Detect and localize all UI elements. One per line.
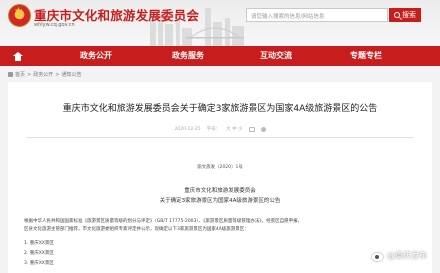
printer-icon[interactable]: [248, 126, 255, 132]
weibo-watermark: @重庆发布: [372, 250, 427, 261]
share-icon[interactable]: [260, 126, 266, 132]
nav-item-topics[interactable]: 专题专栏: [350, 46, 382, 66]
location-icon: [8, 72, 13, 77]
search-button[interactable]: 搜索: [389, 8, 421, 22]
breadcrumb-government-affairs[interactable]: 政务公开: [33, 71, 53, 78]
site-domain: whlyw.cq.gov.cn: [34, 22, 75, 28]
article-meta: 2020-12-25 字号： 大 中 小: [8, 126, 432, 132]
notice-subject: 关于确定3家旅游景区为国家4A级旅游景区的公告: [159, 198, 281, 204]
breadcrumb-separator: >: [27, 71, 32, 78]
main-nav: 政务公开 政务服务 互动交流 专题专栏: [0, 46, 440, 66]
list-item: 2. 重庆XX景区: [24, 251, 54, 256]
site-header: ★ 重庆市文化和旅游发展委员会 whlyw.cq.gov.cn 请您输入搜索的信…: [0, 0, 440, 46]
publish-date: 2020-12-25: [174, 126, 201, 132]
document-number: 渝文旅发〔2020〕1号: [197, 165, 243, 170]
article-title: 重庆市文化和旅游发展委员会关于确定3家旅游景区为国家4A级旅游景区的公告: [62, 104, 378, 114]
body-paragraph-line: 根据中华人民共和国国家标准《旅游景区质量等级的划分与评定》（GB/T 17775…: [24, 219, 303, 224]
search-input[interactable]: 请您输入搜索的信息/网站信息: [246, 8, 388, 22]
search-button-label: 搜索: [402, 11, 416, 19]
nav-item-government-affairs[interactable]: 政务公开: [80, 46, 112, 66]
article-body: 根据中华人民共和国国家标准《旅游景区质量等级的划分与评定》（GB/T 17775…: [24, 218, 420, 234]
breadcrumb: 首页 > 政务公开 > 通知公告: [8, 71, 81, 78]
list-item: 1. 重庆XX景区: [24, 241, 54, 246]
watermark-text: @重庆发布: [387, 251, 427, 260]
issuer-name: 重庆市文化和旅游发展委员会: [184, 188, 256, 194]
font-size-options[interactable]: 大 中 小: [226, 126, 242, 132]
divider: [26, 137, 414, 138]
list-item: 3. 重庆XX景区: [24, 261, 54, 266]
breadcrumb-notices[interactable]: 通知公告: [61, 71, 81, 78]
weibo-icon: [372, 251, 385, 261]
body-paragraph-line: 区县文化旅游主管部门推荐，市文化旅游委组织专家评定并公示，现确定以下3家旅游景区…: [24, 227, 249, 232]
nav-item-services[interactable]: 政务服务: [172, 46, 204, 66]
article-panel: 重庆市文化和旅游发展委员会关于确定3家旅游景区为国家4A级旅游景区的公告 202…: [8, 82, 432, 273]
breadcrumb-home[interactable]: 首页: [15, 71, 25, 78]
nav-item-interaction[interactable]: 互动交流: [260, 46, 292, 66]
breadcrumb-separator: >: [55, 71, 60, 78]
font-size-label: 字号：: [206, 127, 221, 132]
search-icon: [394, 12, 400, 18]
nav-home[interactable]: [0, 46, 36, 66]
home-icon: [13, 51, 23, 61]
government-emblem-icon: ★: [8, 4, 31, 27]
